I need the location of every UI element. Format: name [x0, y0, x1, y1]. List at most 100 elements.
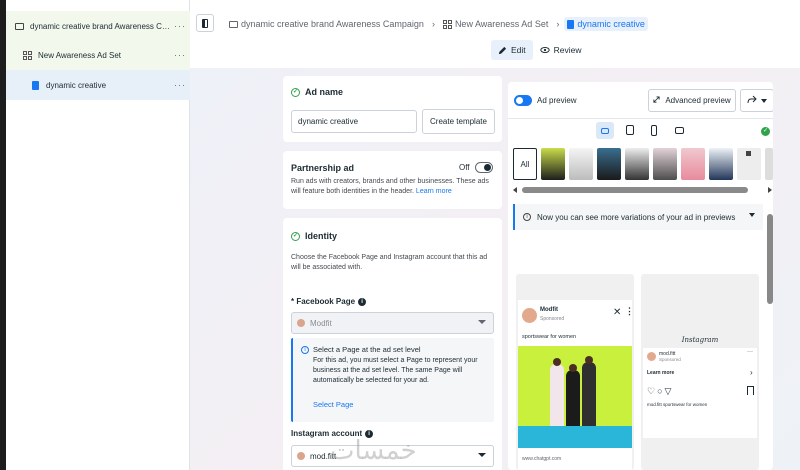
variations-notice-text: Now you can see more variations of your …	[537, 212, 736, 222]
chevron-down-icon	[749, 213, 755, 217]
panel-icon	[202, 18, 208, 28]
caret-down-icon	[761, 98, 767, 103]
editor-canvas: ✓ Ad name dynamic creative Create templa…	[190, 68, 800, 470]
fb-ad-image	[518, 346, 632, 448]
tree-item-ad-label: dynamic creative	[46, 80, 107, 90]
check-icon: ✓	[291, 231, 300, 241]
breadcrumb-adset-label: New Awareness Ad Set	[454, 19, 549, 29]
comment-icon[interactable]: ○	[657, 386, 664, 396]
instagram-feed-preview: Instagram mod.fitt Sponsored ··· Learn m…	[641, 274, 759, 470]
more-horizontal-icon[interactable]: ···	[747, 349, 753, 355]
thumbnail-8[interactable]	[737, 148, 761, 180]
create-template-button[interactable]: Create template	[422, 109, 495, 134]
thumbnail-4[interactable]	[625, 148, 649, 180]
facebook-page-label: * Facebook Page i	[291, 297, 367, 306]
scroll-left-icon[interactable]	[513, 187, 517, 193]
desktop-icon[interactable]	[675, 127, 684, 134]
thumbnail-6[interactable]	[681, 148, 705, 180]
identity-title: ✓ Identity	[291, 231, 337, 241]
share-icon	[747, 95, 757, 106]
thumbnail-scrollbar[interactable]	[513, 186, 772, 194]
chevron-down-icon	[478, 453, 486, 457]
bookmark-icon[interactable]	[747, 386, 754, 395]
thumbnail-2[interactable]	[569, 148, 593, 180]
tree-item-campaign-label: dynamic creative brand Awareness Camp...	[30, 21, 170, 31]
device-selector: ✓	[508, 120, 773, 142]
tree-item-ad[interactable]: dynamic creative ···	[6, 70, 190, 100]
facebook-page-value: Modfit	[310, 318, 332, 328]
breadcrumb-adset[interactable]: New Awareness Ad Set	[440, 17, 551, 31]
ad-name-input[interactable]: dynamic creative	[291, 110, 417, 133]
partnership-desc-text: Run ads with creators, brands and other …	[291, 178, 489, 195]
info-icon: i	[301, 346, 309, 354]
thumbnail-5[interactable]	[653, 148, 677, 180]
mobile-icon[interactable]	[651, 125, 657, 136]
heart-icon[interactable]: ♡	[647, 386, 657, 396]
filter-all-button[interactable]: All	[513, 148, 537, 180]
tree-item-adset[interactable]: New Awareness Ad Set ···	[6, 40, 190, 70]
advanced-preview-label: Advanced preview	[665, 96, 731, 105]
breadcrumb-separator: ›	[556, 19, 560, 29]
learn-more-link[interactable]: Learn more	[416, 188, 452, 195]
grid-icon	[442, 19, 452, 29]
more-options-icon[interactable]: ···	[170, 50, 190, 60]
identity-description: Choose the Facebook Page and Instagram a…	[291, 254, 488, 271]
breadcrumb-ad[interactable]: dynamic creative	[564, 17, 648, 31]
campaign-tree-sidebar: dynamic creative brand Awareness Camp...…	[6, 0, 190, 470]
thumbnail-3[interactable]	[597, 148, 621, 180]
close-icon[interactable]: ✕	[613, 307, 621, 318]
info-title: Select a Page at the ad set level	[313, 345, 421, 354]
advanced-preview-button[interactable]: Advanced preview	[648, 89, 736, 112]
tab-edit[interactable]: Edit	[491, 40, 533, 60]
tree-item-campaign[interactable]: dynamic creative brand Awareness Camp...…	[6, 11, 190, 41]
preview-header: Ad preview Advanced preview	[508, 82, 773, 119]
ad-preview-panel: Ad preview Advanced preview ✓ All i Now …	[508, 82, 773, 470]
pencil-icon	[498, 46, 507, 55]
thumbnail-9[interactable]	[765, 148, 773, 180]
watermark: خمسات	[330, 436, 417, 466]
ig-cta[interactable]: Learn more	[647, 370, 674, 376]
instagram-logo: Instagram	[681, 336, 719, 344]
page-avatar	[297, 319, 305, 327]
preview-scrollbar[interactable]	[767, 214, 773, 304]
thumbnail-7[interactable]	[709, 148, 733, 180]
info-icon: i	[523, 213, 531, 221]
partnership-title: Partnership ad	[291, 163, 355, 173]
select-page-link[interactable]: Select Page	[313, 400, 353, 409]
ig-sponsored: Sponsored	[659, 357, 681, 362]
share-menu-button[interactable]	[740, 89, 773, 112]
scrollbar-thumb[interactable]	[522, 187, 748, 193]
avatar	[647, 352, 656, 361]
thumbnail-1[interactable]	[541, 148, 565, 180]
sidebar-toggle-button[interactable]	[196, 14, 214, 32]
partnership-description: Run ads with creators, brands and other …	[291, 177, 494, 197]
breadcrumb: dynamic creative brand Awareness Campaig…	[226, 17, 648, 31]
avatar	[522, 308, 537, 323]
tree-item-adset-label: New Awareness Ad Set	[38, 50, 122, 60]
fb-caption: sportswear for women	[522, 334, 577, 340]
document-icon	[567, 19, 575, 29]
info-body: For this ad, you must select a Page to r…	[313, 357, 478, 384]
breadcrumb-campaign[interactable]: dynamic creative brand Awareness Campaig…	[226, 17, 427, 31]
breadcrumb-campaign-label: dynamic creative brand Awareness Campaig…	[241, 19, 424, 29]
more-options-icon[interactable]: ···	[170, 21, 190, 31]
facebook-feed-preview: Modfit Sponsored ✕ ⋮ sportswear for wome…	[516, 274, 634, 470]
ad-name-card: ✓ Ad name dynamic creative Create templa…	[283, 76, 502, 142]
info-icon[interactable]: i	[358, 297, 367, 306]
facebook-page-select[interactable]: Modfit	[291, 312, 494, 334]
tab-review[interactable]: Review	[533, 40, 589, 60]
document-icon	[30, 80, 40, 90]
ad-preview-toggle[interactable]	[514, 95, 532, 106]
select-page-info-box: i Select a Page at the ad set level For …	[291, 338, 494, 422]
variations-notice[interactable]: i Now you can see more variations of you…	[513, 204, 763, 230]
more-options-icon[interactable]: ···	[170, 80, 190, 90]
scroll-right-icon[interactable]	[768, 187, 772, 193]
tablet-icon[interactable]	[626, 125, 634, 135]
ad-preview-label: Ad preview	[537, 96, 577, 105]
more-vertical-icon[interactable]: ⋮	[625, 306, 634, 317]
send-icon[interactable]: ▽	[665, 386, 674, 396]
account-avatar	[297, 452, 305, 460]
grid-icon	[22, 50, 32, 60]
fb-sponsored: Sponsored	[540, 316, 565, 322]
partnership-toggle[interactable]	[475, 162, 493, 173]
